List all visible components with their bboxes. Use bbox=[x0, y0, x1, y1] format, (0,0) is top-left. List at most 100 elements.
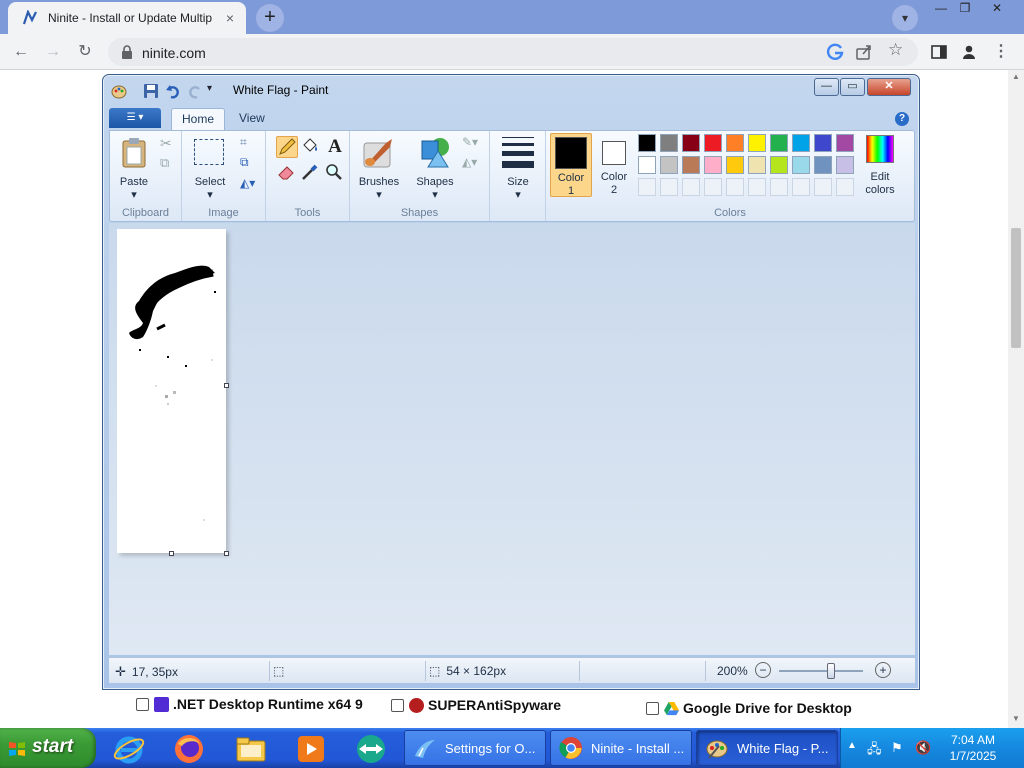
palette-swatch[interactable] bbox=[792, 156, 810, 174]
pencil-icon[interactable] bbox=[276, 136, 298, 158]
palette-swatch[interactable] bbox=[704, 156, 722, 174]
save-icon[interactable] bbox=[143, 83, 159, 99]
size-dropdown-icon[interactable]: ▾ bbox=[496, 189, 540, 202]
undo-icon[interactable] bbox=[165, 83, 181, 99]
scrollbar-thumb[interactable] bbox=[1011, 228, 1021, 348]
media-player-icon[interactable] bbox=[294, 732, 328, 766]
palette-swatch-empty[interactable] bbox=[814, 178, 832, 196]
palette-swatch[interactable] bbox=[748, 134, 766, 152]
palette-swatch-empty[interactable] bbox=[638, 178, 656, 196]
page-scrollbar[interactable]: ▲ ▼ bbox=[1008, 70, 1024, 728]
brushes-icon[interactable] bbox=[362, 135, 396, 169]
cut-icon[interactable]: ✂ bbox=[160, 135, 172, 152]
palette-swatch[interactable] bbox=[836, 134, 854, 152]
palette-swatch[interactable] bbox=[836, 156, 854, 174]
zoom-in-button[interactable]: + bbox=[875, 662, 891, 678]
scroll-down-arrow-icon[interactable]: ▼ bbox=[1012, 714, 1020, 723]
size-icon[interactable] bbox=[502, 137, 534, 168]
palette-swatch[interactable] bbox=[814, 134, 832, 152]
window-restore-button[interactable]: ❐ bbox=[950, 0, 980, 18]
volume-muted-icon[interactable]: 🔇 bbox=[915, 740, 931, 756]
palette-swatch[interactable] bbox=[726, 156, 744, 174]
shapes-icon[interactable] bbox=[418, 135, 452, 169]
color1-button[interactable]: Color 1 bbox=[550, 133, 592, 197]
shapes-dropdown-icon[interactable]: ▾ bbox=[412, 189, 458, 202]
tab-search-chevron-icon[interactable]: ▾ bbox=[892, 5, 918, 31]
palette-swatch-empty[interactable] bbox=[748, 178, 766, 196]
palette-swatch[interactable] bbox=[770, 134, 788, 152]
color2-button[interactable]: Color 2 bbox=[594, 133, 634, 197]
palette-swatch[interactable] bbox=[770, 156, 788, 174]
dotnet-checkbox[interactable] bbox=[136, 697, 149, 711]
share-icon[interactable] bbox=[855, 43, 873, 61]
palette-swatch-empty[interactable] bbox=[660, 178, 678, 196]
canvas-resize-handle-right[interactable] bbox=[224, 383, 229, 388]
taskbar-item-chrome[interactable]: Ninite - Install ... bbox=[550, 730, 692, 766]
superantispyware-checkbox[interactable] bbox=[391, 698, 404, 712]
scroll-up-arrow-icon[interactable]: ▲ bbox=[1012, 72, 1020, 81]
taskbar-item-paint[interactable]: White Flag - P... bbox=[696, 730, 838, 766]
google-lens-icon[interactable] bbox=[825, 42, 845, 62]
palette-swatch-empty[interactable] bbox=[770, 178, 788, 196]
firefox-icon[interactable] bbox=[172, 732, 206, 766]
palette-swatch-empty[interactable] bbox=[836, 178, 854, 196]
canvas-area[interactable] bbox=[109, 223, 915, 655]
redo-icon[interactable] bbox=[187, 83, 203, 99]
paint-close-button[interactable]: ✕ bbox=[867, 78, 911, 96]
paste-icon[interactable] bbox=[120, 137, 150, 169]
tray-expand-icon[interactable]: ▲ bbox=[847, 740, 857, 751]
palette-swatch[interactable] bbox=[748, 156, 766, 174]
window-close-button[interactable]: ✕ bbox=[982, 0, 1012, 18]
palette-swatch[interactable] bbox=[638, 134, 656, 152]
outline-icon[interactable]: ✎▾ bbox=[462, 135, 478, 149]
fill-icon[interactable]: ◭▾ bbox=[462, 155, 477, 169]
start-button[interactable]: start bbox=[0, 728, 96, 768]
paint-app-icon[interactable] bbox=[111, 83, 127, 99]
tab-home[interactable]: Home bbox=[171, 108, 226, 130]
magnifier-icon[interactable] bbox=[324, 162, 346, 184]
palette-swatch[interactable] bbox=[660, 156, 678, 174]
palette-swatch-empty[interactable] bbox=[682, 178, 700, 196]
paint-maximize-button[interactable]: ▭ bbox=[840, 78, 865, 96]
select-button[interactable]: Select bbox=[190, 176, 230, 189]
canvas-resize-handle-bottom[interactable] bbox=[169, 551, 174, 556]
new-tab-button[interactable]: + bbox=[256, 4, 284, 32]
paint-minimize-button[interactable]: — bbox=[814, 78, 839, 96]
network-icon[interactable]: 🖧 bbox=[867, 740, 882, 762]
zoom-out-button[interactable]: − bbox=[755, 662, 771, 678]
canvas-resize-handle-corner[interactable] bbox=[224, 551, 229, 556]
palette-swatch-empty[interactable] bbox=[792, 178, 810, 196]
palette-swatch[interactable] bbox=[660, 134, 678, 152]
edit-colors-button[interactable]: Edit colors bbox=[854, 133, 906, 197]
palette-swatch[interactable] bbox=[792, 134, 810, 152]
palette-swatch-empty[interactable] bbox=[704, 178, 722, 196]
copy-icon[interactable]: ⧉ bbox=[160, 155, 169, 171]
back-arrow-icon[interactable]: ← bbox=[8, 39, 34, 65]
paste-button[interactable]: Paste bbox=[116, 176, 152, 189]
palette-swatch[interactable] bbox=[682, 134, 700, 152]
internet-explorer-icon[interactable] bbox=[112, 732, 146, 766]
tab-view[interactable]: View bbox=[229, 108, 275, 130]
teamviewer-icon[interactable] bbox=[354, 732, 388, 766]
browser-tab-ninite[interactable]: Ninite - Install or Update Multip × bbox=[8, 2, 246, 34]
google-drive-checkbox[interactable] bbox=[646, 701, 659, 715]
fill-bucket-icon[interactable] bbox=[300, 136, 322, 158]
sidebar-panel-icon[interactable] bbox=[926, 39, 952, 65]
select-icon[interactable] bbox=[194, 139, 224, 165]
help-icon[interactable]: ? bbox=[895, 112, 909, 126]
crop-icon[interactable]: ⌗ bbox=[240, 135, 247, 150]
select-dropdown-icon[interactable]: ▾ bbox=[190, 189, 230, 202]
paste-dropdown-icon[interactable]: ▾ bbox=[116, 189, 152, 202]
bookmark-star-icon[interactable]: ☆ bbox=[888, 40, 903, 60]
chrome-menu-kebab-icon[interactable]: ⋮ bbox=[988, 39, 1014, 65]
app-item-google-drive[interactable]: Google Drive for Desktop bbox=[646, 700, 852, 716]
action-center-flag-icon[interactable]: ⚑ bbox=[891, 740, 903, 756]
app-item-superantispyware[interactable]: SUPERAntiSpyware bbox=[391, 697, 561, 713]
rotate-icon[interactable]: ◭▾ bbox=[240, 176, 255, 190]
clock[interactable]: 7:04 AM 1/7/2025 bbox=[943, 732, 1003, 764]
zoom-slider-thumb[interactable] bbox=[827, 663, 836, 679]
forward-arrow-icon[interactable]: → bbox=[40, 39, 66, 65]
palette-swatch[interactable] bbox=[682, 156, 700, 174]
brushes-dropdown-icon[interactable]: ▾ bbox=[354, 189, 404, 202]
paint-titlebar[interactable]: ▾ White Flag - Paint — ▭ ✕ bbox=[103, 75, 919, 105]
